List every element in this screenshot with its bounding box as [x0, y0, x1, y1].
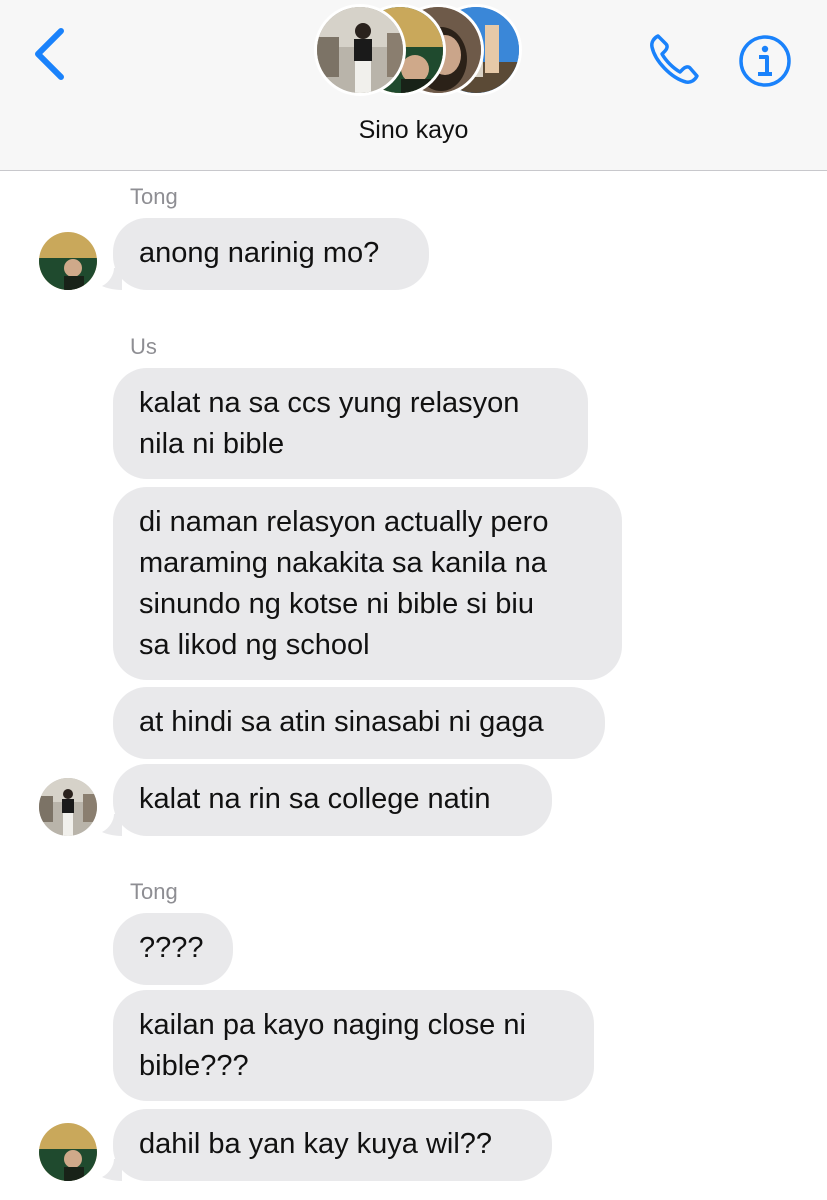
group-member-avatar [314, 4, 406, 96]
message-bubble[interactable]: kalat na sa ccs yung relasyon nila ni bi… [113, 368, 588, 479]
bubble-tail [102, 814, 122, 836]
sender-avatar [39, 778, 97, 836]
sender-name: Us [130, 334, 157, 359]
message-bubble[interactable]: dahil ba yan kay kuya wil?? [113, 1109, 552, 1181]
info-button[interactable] [737, 33, 793, 89]
message-bubble[interactable]: kailan pa kayo naging close ni bible??? [113, 990, 594, 1101]
message-bubble[interactable]: ???? [113, 913, 233, 985]
sender-avatar [39, 1123, 97, 1181]
conversation-title[interactable]: Sino kayo [0, 116, 827, 145]
message-bubble[interactable]: di naman relasyon actually pero maraming… [113, 487, 622, 680]
conversation-header: Sino kayo [0, 0, 827, 171]
back-button[interactable] [28, 26, 72, 82]
message-bubble[interactable]: kalat na rin sa college natin [113, 764, 552, 836]
chevron-left-icon [35, 28, 64, 80]
phone-icon [650, 34, 699, 84]
bubble-tail [102, 1159, 122, 1181]
group-avatar-stack[interactable] [312, 2, 522, 102]
info-icon [739, 35, 791, 87]
bubble-tail [102, 268, 122, 290]
sender-avatar [39, 232, 97, 290]
message-bubble[interactable]: anong narinig mo? [113, 218, 429, 290]
call-button[interactable] [646, 30, 704, 88]
sender-name: Tong [130, 184, 178, 209]
sender-name: Tong [130, 879, 178, 904]
message-bubble[interactable]: at hindi sa atin sinasabi ni gaga [113, 687, 605, 759]
